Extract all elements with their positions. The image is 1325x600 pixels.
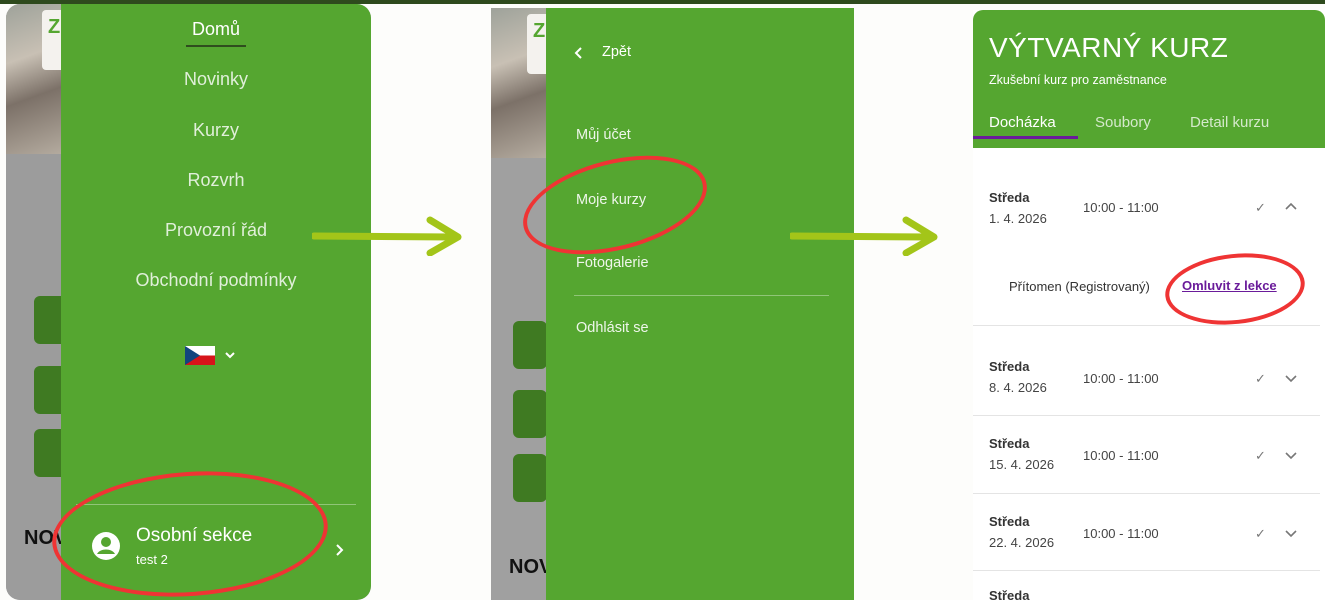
calendar-tile-icon [513, 390, 547, 438]
chevron-right-icon [336, 544, 344, 556]
menu-item-odhlasit-se[interactable]: Odhlásit se [576, 320, 649, 336]
course-header: VÝTVARNÝ KURZ Zkušební kurz pro zaměstna… [973, 10, 1325, 148]
attendance-check-icon: ✓ [1255, 200, 1266, 215]
menu-item-novinky[interactable]: Novinky [61, 69, 371, 90]
course-tile-icon [513, 321, 547, 369]
row-divider [973, 415, 1320, 416]
lesson-day: Středa [989, 190, 1030, 205]
course-subtitle: Zkušební kurz pro zaměstnance [989, 73, 1167, 87]
lesson-row[interactable]: Středa [973, 588, 1325, 600]
tab-active-indicator [973, 136, 1078, 139]
chevron-down-icon[interactable] [1285, 371, 1297, 386]
lesson-date: 15. 4. 2026 [989, 457, 1055, 472]
course-title: VÝTVARNÝ KURZ [989, 32, 1229, 63]
drawer-divider [574, 295, 829, 296]
czech-flag-icon [185, 346, 215, 365]
language-selector[interactable] [185, 346, 245, 366]
active-underline [186, 45, 246, 47]
lesson-time: 10:00 - 11:00 [1083, 526, 1159, 541]
lesson-row[interactable]: Středa 8. 4. 2026 10:00 - 11:00 ✓ [973, 359, 1325, 409]
menu-item-kurzy[interactable]: Kurzy [61, 120, 371, 141]
lesson-time: 10:00 - 11:00 [1083, 200, 1159, 215]
menu-item-domu[interactable]: Domů [61, 19, 371, 40]
lesson-day: Středa [989, 588, 1030, 600]
lesson-date: 22. 4. 2026 [989, 535, 1055, 550]
flow-arrow-icon [790, 216, 938, 256]
tab-soubory[interactable]: Soubory [1095, 114, 1151, 131]
lesson-row[interactable]: Středa 22. 4. 2026 10:00 - 11:00 ✓ [973, 514, 1325, 564]
lesson-day: Středa [989, 359, 1030, 374]
background-photo: Z [491, 8, 547, 158]
back-button[interactable]: Zpět [574, 44, 674, 66]
flow-arrow-icon [312, 216, 462, 256]
attendance-check-icon: ✓ [1255, 526, 1266, 541]
side-drawer: Zpět Můj účet Moje kurzy Fotogalerie Odh… [546, 8, 854, 600]
screen-course-detail: VÝTVARNÝ KURZ Zkušební kurz pro zaměstna… [973, 10, 1325, 600]
row-divider [973, 570, 1320, 571]
lesson-date: 8. 4. 2026 [989, 380, 1047, 395]
chevron-up-icon[interactable] [1285, 198, 1297, 213]
annotation-circle-excuse-link [1161, 246, 1309, 332]
menu-item-rozvrh[interactable]: Rozvrh [61, 170, 371, 191]
menu-item-fotogalerie[interactable]: Fotogalerie [576, 255, 649, 271]
lesson-date: 1. 4. 2026 [989, 211, 1047, 226]
gallery-tile-icon [513, 454, 547, 502]
tab-detail-kurzu[interactable]: Detail kurzu [1190, 114, 1269, 131]
attendance-status: Přítomen (Registrovaný) [1009, 279, 1150, 294]
chevron-left-icon [574, 47, 582, 59]
lesson-day: Středa [989, 514, 1030, 529]
screen-main-menu: Z NOV Domů Novinky Kurzy Rozvrh Provozní… [6, 4, 371, 600]
attendance-check-icon: ✓ [1255, 371, 1266, 386]
row-divider [973, 493, 1320, 494]
lesson-time: 10:00 - 11:00 [1083, 448, 1159, 463]
attendance-check-icon: ✓ [1255, 448, 1266, 463]
lesson-time: 10:00 - 11:00 [1083, 371, 1159, 386]
background-photo: Z [6, 4, 66, 154]
lesson-row[interactable]: Středa 15. 4. 2026 10:00 - 11:00 ✓ [973, 436, 1325, 486]
chevron-down-icon[interactable] [1285, 526, 1297, 541]
chevron-down-icon[interactable] [1285, 448, 1297, 463]
back-label: Zpět [602, 44, 632, 60]
chevron-down-icon [225, 352, 235, 359]
screen-personal-menu: Z NOV Zpět Můj účet Moje kurzy Fotogaler… [491, 8, 854, 600]
lesson-row[interactable]: Středa 1. 4. 2026 10:00 - 11:00 ✓ [973, 190, 1325, 240]
tab-dochazka[interactable]: Docházka [989, 114, 1056, 131]
row-divider [973, 325, 1320, 326]
menu-item-obchodni-podminky[interactable]: Obchodní podmínky [61, 270, 371, 291]
menu-item-muj-ucet[interactable]: Můj účet [576, 127, 631, 143]
lesson-day: Středa [989, 436, 1030, 451]
